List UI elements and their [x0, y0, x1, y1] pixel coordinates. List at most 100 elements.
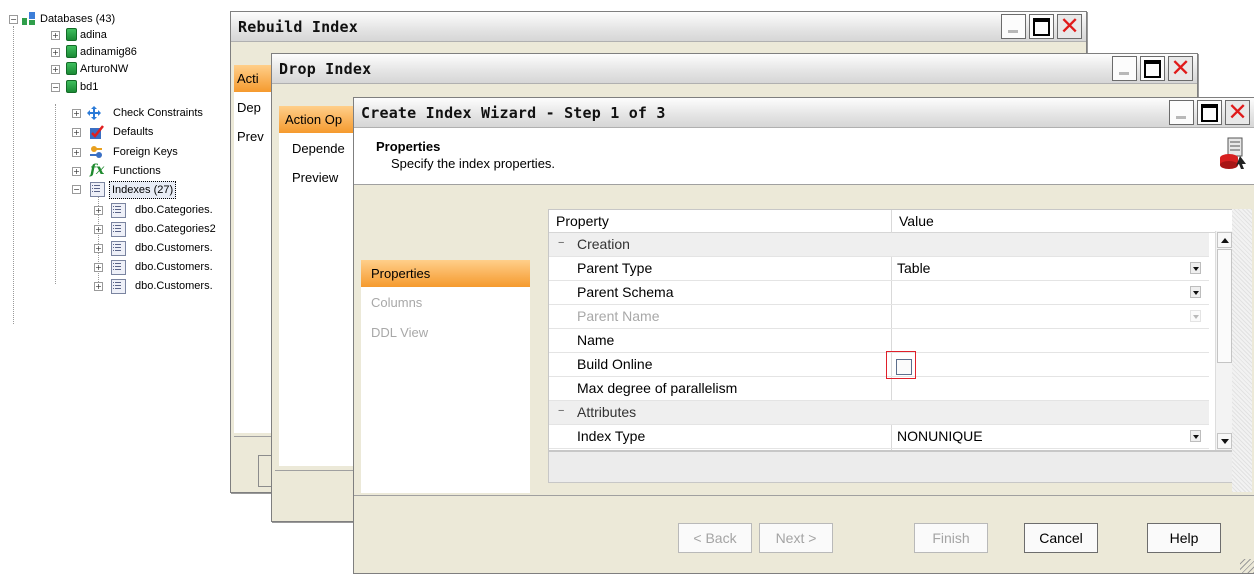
- drop-index-sidebar: Action Op Depende Preview: [279, 106, 356, 466]
- database-icon: [66, 45, 77, 58]
- maximize-button[interactable]: [1029, 14, 1054, 39]
- property-row-parent-type[interactable]: Parent Type Table: [549, 257, 1209, 281]
- expand-icon[interactable]: +: [72, 128, 81, 137]
- index-icon: [111, 203, 126, 218]
- column-header-property: Property: [556, 213, 609, 229]
- category-label: Attributes: [577, 404, 637, 420]
- scroll-down-icon[interactable]: [1217, 433, 1232, 449]
- finish-button[interactable]: Finish: [914, 523, 988, 553]
- property-name: Name: [577, 332, 615, 348]
- database-icon: [66, 80, 77, 93]
- sidebar-item-dependencies[interactable]: Depende: [279, 135, 356, 162]
- window-title: Drop Index: [279, 60, 372, 78]
- dropdown-arrow-icon[interactable]: [1190, 430, 1201, 442]
- drop-index-titlebar[interactable]: Drop Index ✕: [272, 54, 1197, 84]
- dropdown-arrow-icon: [1190, 310, 1201, 322]
- minimize-button[interactable]: [1001, 14, 1026, 39]
- property-row-name[interactable]: Name: [549, 329, 1209, 353]
- sidebar-item-action-options[interactable]: Action Op: [279, 106, 356, 133]
- vertical-scrollbar[interactable]: [1215, 231, 1233, 450]
- foreign-keys-icon: [90, 145, 103, 158]
- property-row-build-online[interactable]: Build Online: [549, 353, 1209, 377]
- expand-icon[interactable]: +: [51, 48, 60, 57]
- sidebar-item-action-options[interactable]: Acti: [234, 65, 274, 92]
- next-button[interactable]: Next >: [759, 523, 833, 553]
- footer-divider: [354, 495, 1254, 496]
- index-wizard-icon: [1218, 136, 1248, 170]
- expand-icon[interactable]: +: [94, 263, 103, 272]
- database-icon: [66, 62, 77, 75]
- dropdown-arrow-icon[interactable]: [1190, 286, 1201, 298]
- help-button[interactable]: Help: [1147, 523, 1221, 553]
- tree-node-label: bd1: [80, 81, 99, 93]
- property-value[interactable]: NONUNIQUE: [897, 428, 983, 444]
- expand-icon[interactable]: +: [94, 206, 103, 215]
- cancel-button[interactable]: Cancel: [1024, 523, 1098, 553]
- property-name: Max degree of parallelism: [577, 380, 738, 396]
- index-icon: [111, 241, 126, 256]
- category-row-attributes[interactable]: − Attributes: [549, 401, 1209, 425]
- sidebar-item-preview[interactable]: Preview: [279, 164, 356, 191]
- expand-icon[interactable]: +: [72, 109, 81, 118]
- property-description-box: [548, 451, 1234, 483]
- tree-node-label: adinamig86: [80, 46, 137, 58]
- collapse-icon[interactable]: −: [51, 83, 60, 92]
- collapse-icon[interactable]: −: [72, 185, 81, 194]
- maximize-button[interactable]: [1140, 56, 1165, 81]
- sidebar-item-properties[interactable]: Properties: [361, 260, 530, 287]
- expand-icon[interactable]: +: [51, 65, 60, 74]
- tree-node-label: Indexes (27): [109, 181, 177, 199]
- tree-node-label: dbo.Customers.: [135, 280, 213, 292]
- expand-icon[interactable]: +: [94, 225, 103, 234]
- minimize-button[interactable]: [1112, 56, 1137, 81]
- footer-divider: [275, 470, 356, 471]
- property-name: Parent Schema: [577, 284, 674, 300]
- sidebar-item-dependencies[interactable]: Dep: [234, 94, 274, 121]
- resize-grip[interactable]: [1240, 559, 1254, 573]
- expand-icon[interactable]: +: [72, 148, 81, 157]
- database-icon: [66, 28, 77, 41]
- index-icon: [111, 222, 126, 237]
- sidebar-item-preview[interactable]: Prev: [234, 123, 274, 150]
- scroll-up-icon[interactable]: [1217, 232, 1232, 248]
- property-name: Index Type: [577, 428, 646, 444]
- close-button[interactable]: ✕: [1168, 56, 1193, 81]
- tree-node-label: dbo.Categories.: [135, 204, 213, 216]
- maximize-button[interactable]: [1197, 100, 1222, 125]
- expand-icon[interactable]: +: [51, 31, 60, 40]
- tree-node-label: adina: [80, 29, 107, 41]
- object-explorer-tree: − Databases (43) + adina + adinamig86 + …: [0, 0, 235, 567]
- back-button[interactable]: < Back: [678, 523, 752, 553]
- tree-node-label: Functions: [113, 165, 161, 177]
- minimize-button[interactable]: [1169, 100, 1194, 125]
- step-title: Properties: [376, 139, 441, 154]
- property-row-max-degree[interactable]: Max degree of parallelism: [549, 377, 1209, 401]
- expand-icon[interactable]: +: [94, 244, 103, 253]
- expand-icon[interactable]: +: [94, 282, 103, 291]
- close-button[interactable]: ✕: [1225, 100, 1250, 125]
- property-name: Build Online: [577, 356, 653, 372]
- collapse-icon[interactable]: −: [9, 15, 18, 24]
- close-button[interactable]: ✕: [1057, 14, 1082, 39]
- property-value[interactable]: Table: [897, 260, 930, 276]
- collapse-icon[interactable]: −: [558, 405, 564, 417]
- tree-node-label: Foreign Keys: [113, 146, 178, 158]
- property-grid[interactable]: Property Value − Creation Parent Type Ta…: [548, 209, 1234, 451]
- footer-divider: [234, 436, 274, 437]
- category-row-creation[interactable]: − Creation: [549, 233, 1209, 257]
- tree-node-label: ArturoNW: [80, 63, 129, 75]
- tree-node-label: dbo.Customers.: [135, 242, 213, 254]
- property-row-parent-schema[interactable]: Parent Schema: [549, 281, 1209, 305]
- highlight-annotation: [886, 351, 916, 379]
- window-title: Rebuild Index: [238, 18, 358, 36]
- functions-icon: fx: [90, 162, 105, 178]
- scroll-thumb[interactable]: [1217, 249, 1232, 363]
- step-subtitle: Specify the index properties.: [391, 156, 556, 171]
- property-row-index-type[interactable]: Index Type NONUNIQUE: [549, 425, 1209, 449]
- create-index-wizard-titlebar[interactable]: Create Index Wizard - Step 1 of 3 ✕: [354, 98, 1254, 128]
- sidebar-item-ddl-view: DDL View: [371, 325, 429, 340]
- rebuild-index-titlebar[interactable]: Rebuild Index ✕: [231, 12, 1086, 42]
- expand-icon[interactable]: +: [72, 167, 81, 176]
- collapse-icon[interactable]: −: [558, 237, 564, 249]
- dropdown-arrow-icon[interactable]: [1190, 262, 1201, 274]
